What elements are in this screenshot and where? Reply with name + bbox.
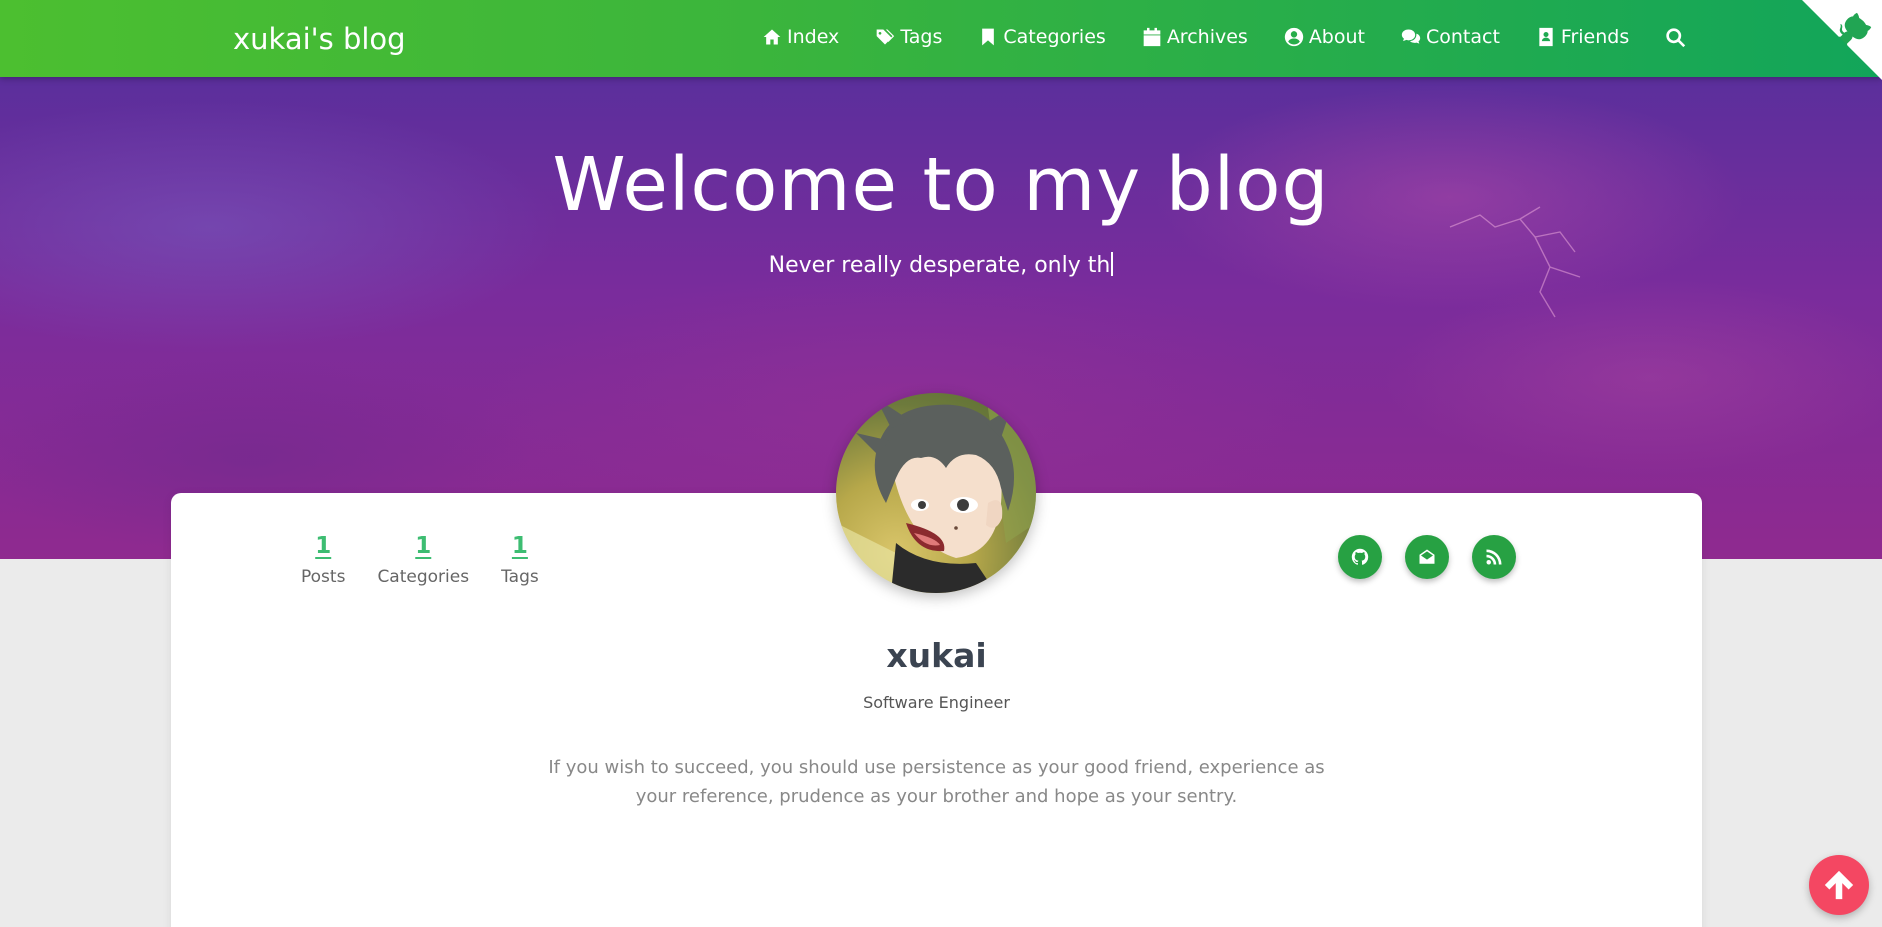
profile-name: xukai <box>886 636 987 675</box>
nav-item-contact[interactable]: Contact <box>1401 26 1500 48</box>
back-to-top-button[interactable] <box>1809 855 1869 915</box>
tags-icon <box>876 29 895 45</box>
stat-value: 1 <box>415 533 432 559</box>
stat-value: 1 <box>315 533 332 559</box>
stat-posts[interactable]: 1 Posts <box>301 533 345 587</box>
nav-item-label: Tags <box>900 26 943 48</box>
search-button[interactable] <box>1665 27 1686 48</box>
home-icon <box>763 29 781 45</box>
banner-subtitle: Never really desperate, only th <box>0 252 1882 278</box>
github-corner-link[interactable] <box>1802 0 1882 80</box>
nav-item-about[interactable]: About <box>1284 26 1365 48</box>
github-link-button[interactable] <box>1338 535 1382 579</box>
user-circle-icon <box>1284 27 1303 47</box>
nav-item-label: Contact <box>1426 26 1500 48</box>
stat-categories[interactable]: 1 Categories <box>377 533 469 587</box>
nav-item-label: Friends <box>1560 26 1630 48</box>
navbar: xukai's blog Index Tags Categories Archi… <box>0 0 1882 77</box>
email-link-button[interactable] <box>1405 535 1449 579</box>
banner-title: Welcome to my blog <box>552 142 1330 228</box>
stat-tags[interactable]: 1 Tags <box>501 533 539 587</box>
rss-link-button[interactable] <box>1472 535 1516 579</box>
nav-item-categories[interactable]: Categories <box>978 26 1106 48</box>
nav-item-tags[interactable]: Tags <box>875 26 942 48</box>
blog-stats: 1 Posts 1 Categories 1 Tags <box>301 533 571 587</box>
avatar <box>836 393 1036 593</box>
comments-icon <box>1401 29 1421 44</box>
stat-label: Categories <box>377 567 470 587</box>
rss-icon <box>1486 549 1502 565</box>
typed-subtitle-text: Never really desperate, only th <box>768 253 1111 278</box>
nav-item-label: Index <box>787 26 840 48</box>
avatar-illustration <box>836 393 1036 593</box>
stat-label: Posts <box>301 567 346 587</box>
arrow-up-icon <box>1824 870 1854 900</box>
stat-value: 1 <box>511 533 528 559</box>
search-icon <box>1666 27 1686 47</box>
stat-label: Tags <box>501 567 539 587</box>
nav-item-label: Archives <box>1166 26 1248 48</box>
nav-item-label: Categories <box>1003 26 1106 48</box>
github-icon <box>1351 548 1369 565</box>
nav-item-index[interactable]: Index <box>762 26 839 48</box>
email-icon <box>1419 549 1435 564</box>
nav-item-friends[interactable]: Friends <box>1536 26 1629 48</box>
social-links <box>1315 535 1516 579</box>
nav-menu: Index Tags Categories Archives About Con… <box>762 26 1686 48</box>
address-book-icon <box>1539 27 1553 47</box>
nav-item-label: About <box>1308 26 1365 48</box>
blog-brand-link[interactable]: xukai's blog <box>233 22 406 56</box>
bookmark-icon <box>982 28 995 46</box>
calendar-icon <box>1143 27 1161 47</box>
nav-item-archives[interactable]: Archives <box>1142 26 1248 48</box>
profile-motto: If you wish to succeed, you should use p… <box>548 757 1325 807</box>
typing-cursor <box>1111 252 1114 276</box>
profile-title: Software Engineer <box>863 693 1010 712</box>
